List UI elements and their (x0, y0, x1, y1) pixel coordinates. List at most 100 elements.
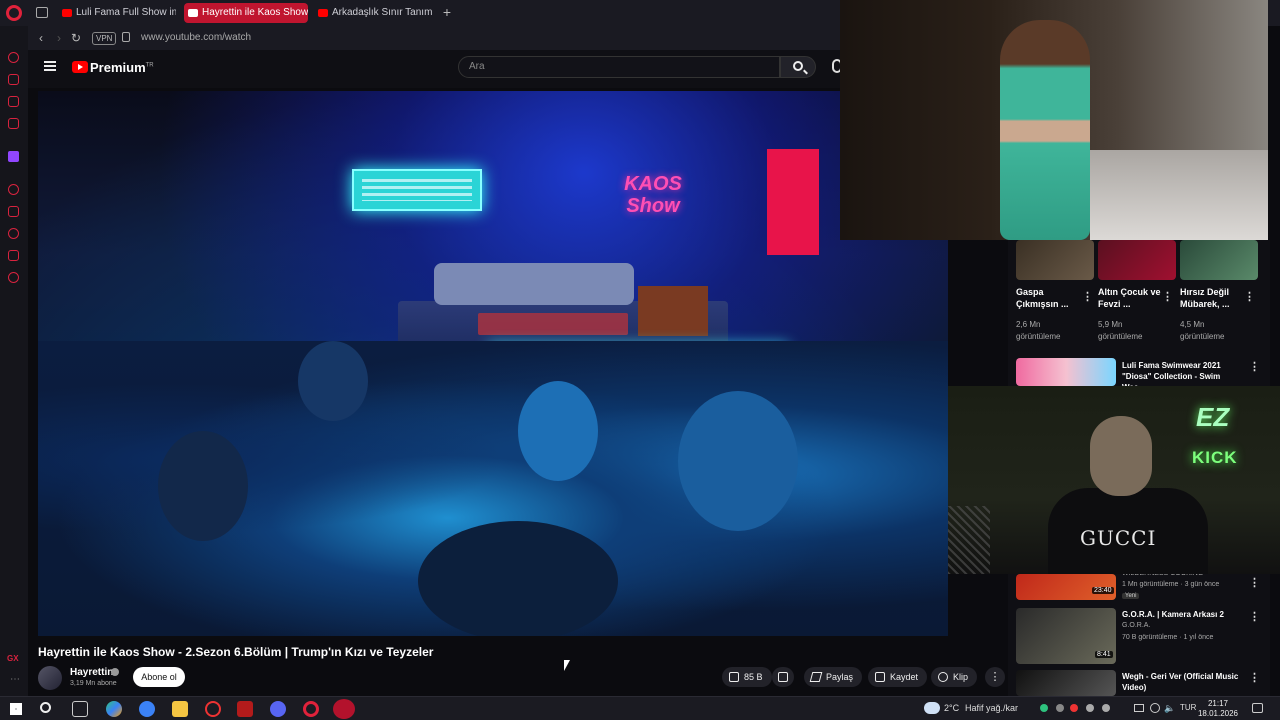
search-button[interactable] (780, 56, 816, 78)
tray-app-icon[interactable] (1040, 704, 1048, 712)
share-label: Paylaş (826, 672, 854, 682)
tray-app-icon[interactable] (1102, 704, 1110, 712)
opera-gx-icon[interactable] (333, 699, 355, 719)
aria-icon[interactable] (8, 52, 19, 63)
avatar[interactable] (38, 666, 62, 690)
weather-icon[interactable] (924, 702, 940, 714)
clock-time: 21:17 (1207, 699, 1229, 708)
like-count: 85 B (744, 672, 763, 682)
runway-pip-overlay[interactable] (840, 0, 1268, 240)
opera-logo-icon[interactable] (6, 5, 22, 21)
weather-description[interactable]: Hafif yağ./kar (965, 703, 1018, 713)
extensions-icon[interactable] (8, 250, 19, 261)
short-menu-icon[interactable]: ⋮ (1244, 290, 1255, 303)
short-thumbnail[interactable] (1180, 240, 1258, 280)
save-button[interactable]: Kaydet (868, 667, 928, 687)
search-icon (793, 61, 803, 71)
recommended-title[interactable]: Wegh - Geri Ver (Official Music Video) (1122, 671, 1244, 693)
sidebar-more-icon[interactable]: ⋯ (10, 674, 20, 685)
forward-icon[interactable]: › (52, 31, 66, 45)
gx-icon[interactable]: GX (7, 654, 19, 663)
wifi-icon[interactable] (1150, 703, 1160, 713)
clip-button[interactable]: Klip (931, 667, 978, 687)
share-button[interactable]: Paylaş (804, 667, 863, 687)
tray-app-icon[interactable] (1056, 704, 1064, 712)
streamer-face (1090, 416, 1152, 496)
short-title[interactable]: Altın Çocuk ve Fevzi ... (1098, 286, 1162, 310)
tab-kaos-show[interactable]: Hayrettin ile Kaos Show (184, 3, 308, 23)
subscribe-button[interactable]: Abone ol (133, 667, 185, 687)
more-actions-button[interactable]: ⋮ (985, 667, 1005, 687)
tab-luli-fama[interactable]: Luli Fama Full Show in SLO (58, 3, 176, 23)
vpn-badge[interactable]: VPN (92, 32, 117, 45)
keyboard-language[interactable]: TUR (1180, 703, 1196, 712)
discord-icon[interactable] (270, 701, 286, 717)
windows-start-icon[interactable] (10, 703, 22, 715)
dislike-button[interactable] (772, 667, 794, 687)
scissors-icon (938, 672, 948, 682)
tray-app-icon[interactable] (1086, 704, 1094, 712)
weather-temp[interactable]: 2°C (944, 703, 959, 713)
channel-name[interactable]: Hayrettin (70, 667, 113, 678)
search-input[interactable]: Ara (458, 56, 780, 78)
like-button[interactable]: 85 B (722, 667, 772, 687)
video-player[interactable]: KAOS Show (38, 91, 948, 636)
file-explorer-icon[interactable] (172, 701, 188, 717)
menu-icon[interactable] (44, 61, 56, 71)
youtube-logo-icon[interactable] (72, 61, 88, 73)
new-tab-button[interactable]: + (440, 4, 454, 20)
stage-rug (478, 313, 628, 335)
video-duration: 23:40 (1092, 587, 1114, 594)
player-icon[interactable] (8, 184, 19, 195)
twitch-icon[interactable] (8, 151, 19, 162)
video-menu-icon[interactable]: ⋮ (1249, 671, 1260, 684)
stage-sofa (434, 263, 634, 305)
edge-icon[interactable] (139, 701, 155, 717)
speaker-icon (188, 9, 198, 17)
short-thumbnail[interactable] (1098, 240, 1176, 280)
logo-region: TR (145, 62, 154, 69)
messenger-icon[interactable] (8, 96, 19, 107)
recommended-channel[interactable]: G.O.R.A. (1122, 622, 1150, 629)
volume-icon[interactable]: 🔈 (1164, 703, 1175, 714)
back-icon[interactable]: ‹ (34, 31, 48, 45)
short-title[interactable]: Hırsız Değil Mübarek, ... (1180, 286, 1244, 310)
search-icon[interactable] (40, 702, 51, 713)
short-views: 4,5 Mn görüntüleme (1180, 320, 1225, 341)
video-menu-icon[interactable]: ⋮ (1249, 610, 1260, 623)
tab-label: Arkadaşlık Sınır Tanımaz M (332, 7, 432, 18)
app-icon[interactable] (205, 701, 221, 717)
neon-sign-kick: KICK (1192, 448, 1238, 467)
video-menu-icon[interactable]: ⋮ (1249, 576, 1260, 589)
video-thumbnail[interactable] (1016, 670, 1116, 696)
webcam-overlay: GUCCI EZ KICK (948, 386, 1280, 574)
url-field[interactable]: www.youtube.com/watch (141, 32, 251, 43)
short-thumbnail[interactable] (1016, 240, 1094, 280)
app-icon[interactable] (237, 701, 253, 717)
task-view-icon[interactable] (72, 701, 88, 717)
settings-icon[interactable] (8, 272, 19, 283)
network-icon[interactable] (1134, 704, 1144, 712)
save-label: Kaydet (890, 672, 919, 682)
copilot-icon[interactable] (106, 701, 122, 717)
youtube-premium-logo[interactable]: PremiumTR (90, 60, 154, 75)
history-icon[interactable] (8, 228, 19, 239)
reload-icon[interactable]: ↻ (69, 31, 83, 45)
recommended-meta: 1 Mn görüntüleme · 3 gün önce (1122, 581, 1220, 588)
taskbar-clock[interactable]: 21:17 18.01.2026 (1196, 699, 1240, 719)
tab-arkadaslik[interactable]: Arkadaşlık Sınır Tanımaz M (314, 3, 432, 23)
short-menu-icon[interactable]: ⋮ (1162, 290, 1173, 303)
tray-app-icon[interactable] (1070, 704, 1078, 712)
video-menu-icon[interactable]: ⋮ (1249, 360, 1260, 373)
recommended-title[interactable]: G.O.R.A. | Kamera Arkası 2 (1122, 609, 1244, 620)
short-menu-icon[interactable]: ⋮ (1082, 290, 1093, 303)
shopping-bag-icon[interactable] (8, 74, 19, 85)
notifications-icon[interactable] (1252, 703, 1263, 713)
video-thumbnail[interactable] (1016, 358, 1116, 386)
runway-model (1000, 20, 1090, 240)
mail-icon[interactable] (8, 118, 19, 129)
opera-icon[interactable] (303, 701, 319, 717)
bookmark-icon[interactable] (8, 206, 19, 217)
tab-overview-icon[interactable] (36, 7, 48, 18)
short-title[interactable]: Gaspa Çıkmışsın ... (1016, 286, 1080, 310)
